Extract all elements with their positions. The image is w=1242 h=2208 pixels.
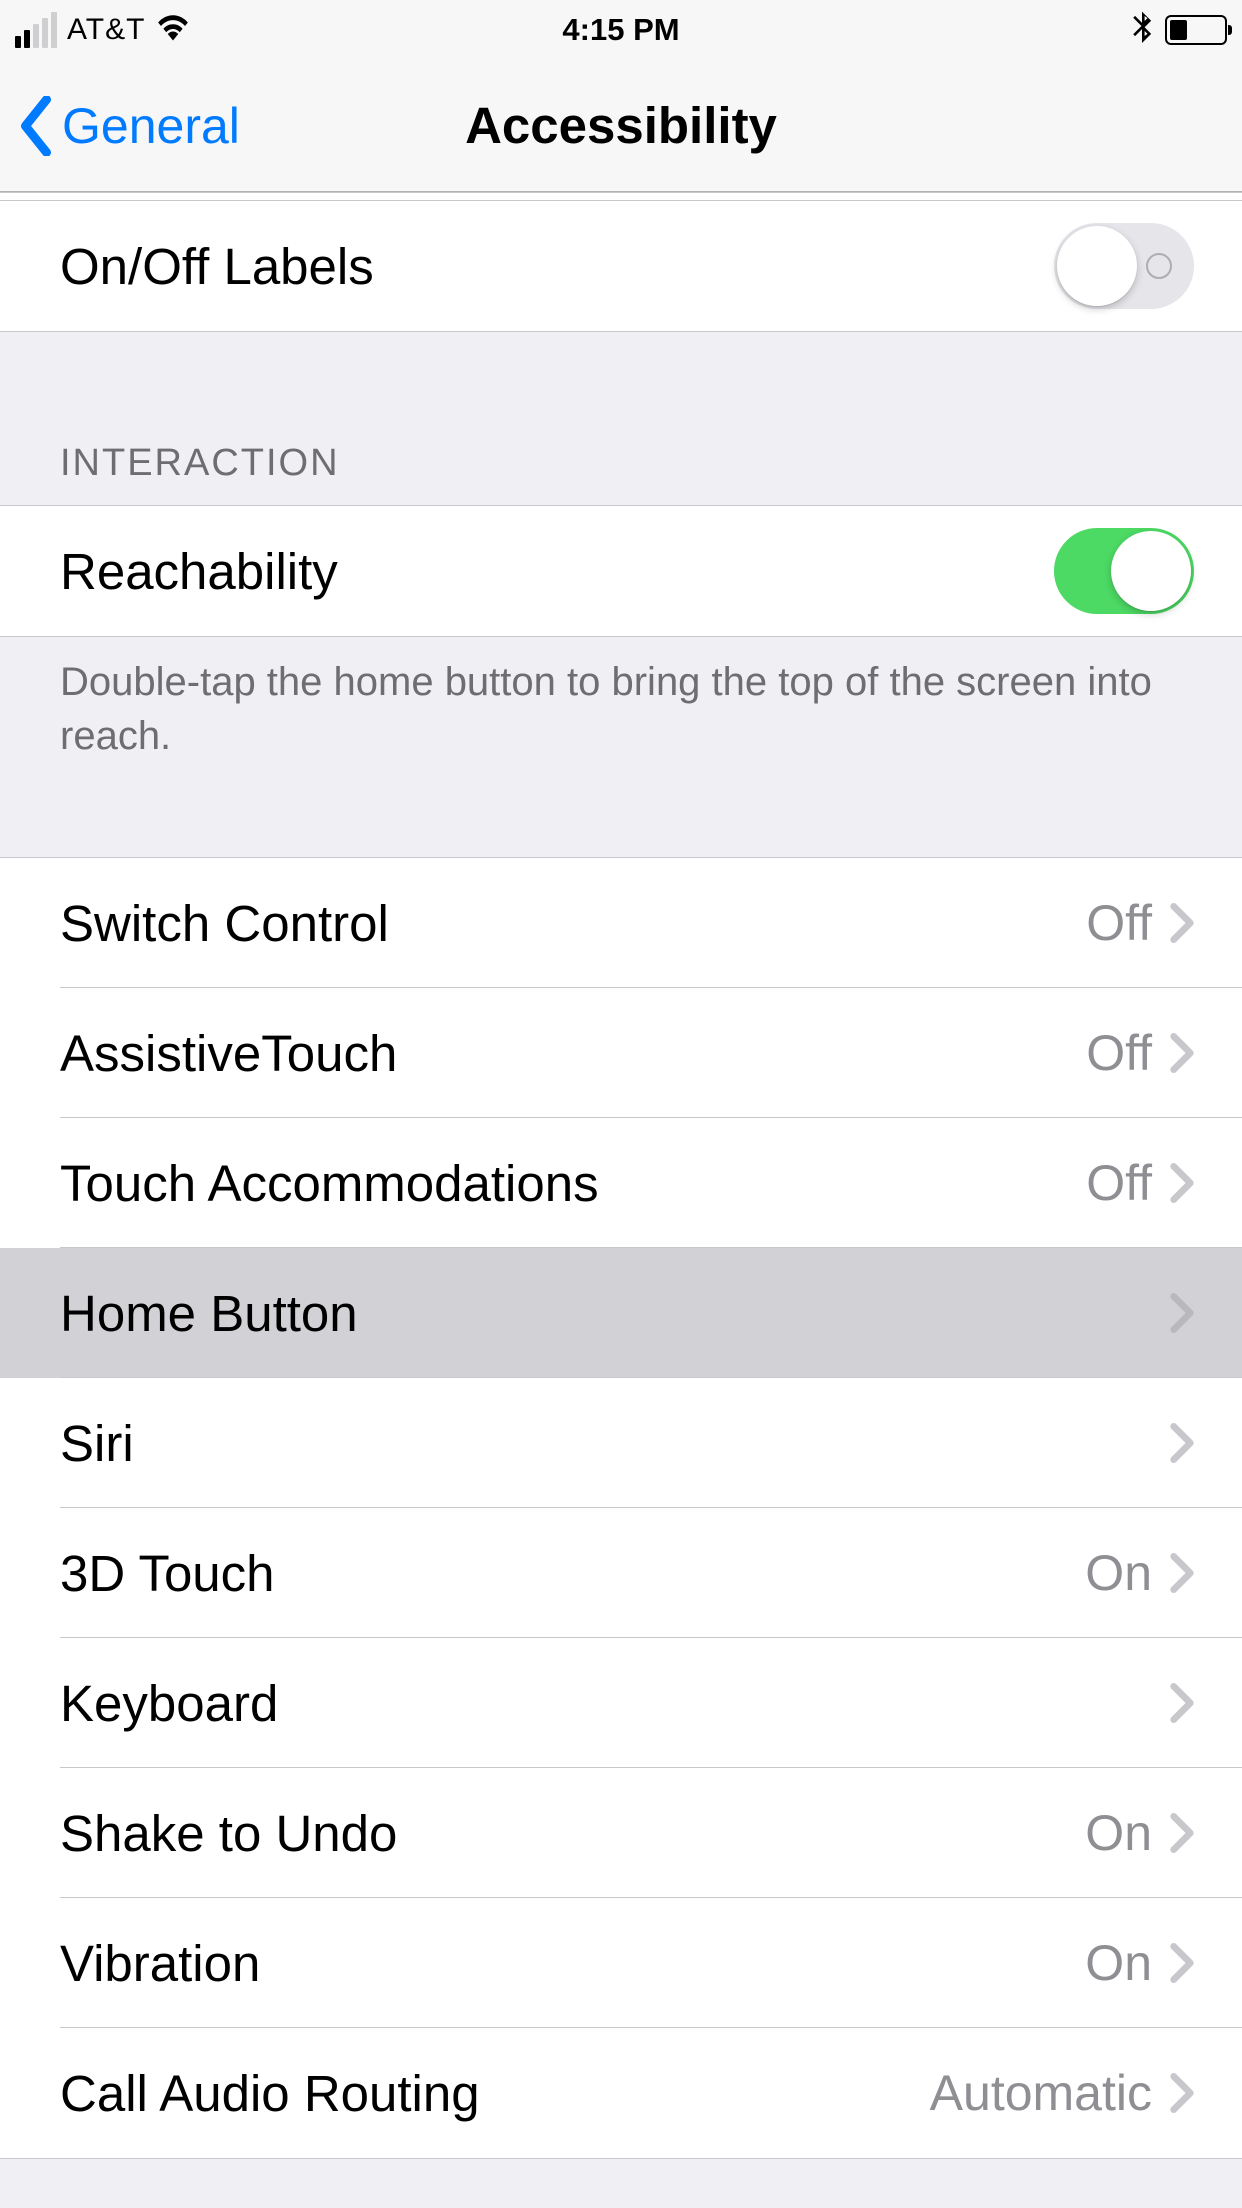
chevron-right-icon <box>1170 1293 1194 1333</box>
status-bar: AT&T 4:15 PM <box>0 0 1242 60</box>
wifi-icon <box>155 12 191 49</box>
battery-icon <box>1165 15 1227 45</box>
cell-label: Call Audio Routing <box>60 2064 930 2123</box>
cell-value: Automatic <box>930 2064 1152 2122</box>
back-label: General <box>62 97 240 155</box>
cell-value: Off <box>1086 894 1152 952</box>
chevron-right-icon <box>1170 1033 1194 1073</box>
cell-value: Off <box>1086 1024 1152 1082</box>
vibration-cell[interactable]: Vibration On <box>0 1898 1242 2028</box>
3d-touch-cell[interactable]: 3D Touch On <box>0 1508 1242 1638</box>
chevron-right-icon <box>1170 1813 1194 1853</box>
reachability-footer: Double-tap the home button to bring the … <box>0 637 1242 783</box>
onoff-labels-label: On/Off Labels <box>60 237 1054 296</box>
controls-group: Switch Control Off AssistiveTouch Off To… <box>0 857 1242 2159</box>
interaction-header: INTERACTION <box>0 332 1242 505</box>
cell-label: Switch Control <box>60 894 1086 953</box>
call-audio-routing-cell[interactable]: Call Audio Routing Automatic <box>0 2028 1242 2158</box>
chevron-right-icon <box>1170 1943 1194 1983</box>
bluetooth-icon <box>1131 9 1153 51</box>
cell-value: On <box>1085 1934 1152 1992</box>
status-left: AT&T <box>15 12 191 49</box>
chevron-right-icon <box>1170 2073 1194 2113</box>
status-right <box>1131 9 1227 51</box>
interaction-section: INTERACTION Reachability Double-tap the … <box>0 332 1242 783</box>
switch-off-indicator-icon <box>1146 253 1172 279</box>
cell-value: On <box>1085 1544 1152 1602</box>
cell-label: Touch Accommodations <box>60 1154 1086 1213</box>
reachability-label: Reachability <box>60 542 1054 601</box>
cell-label: Siri <box>60 1414 1152 1473</box>
cell-label: 3D Touch <box>60 1544 1085 1603</box>
keyboard-cell[interactable]: Keyboard <box>0 1638 1242 1768</box>
chevron-right-icon <box>1170 1163 1194 1203</box>
reachability-switch[interactable] <box>1054 528 1194 614</box>
chevron-right-icon <box>1170 1553 1194 1593</box>
chevron-right-icon <box>1170 903 1194 943</box>
cellular-signal-icon <box>15 12 57 48</box>
onoff-labels-cell[interactable]: On/Off Labels <box>0 201 1242 331</box>
shake-to-undo-cell[interactable]: Shake to Undo On <box>0 1768 1242 1898</box>
carrier-label: AT&T <box>67 13 145 47</box>
cell-label: AssistiveTouch <box>60 1024 1086 1083</box>
cell-value: On <box>1085 1804 1152 1862</box>
touch-accommodations-cell[interactable]: Touch Accommodations Off <box>0 1118 1242 1248</box>
home-button-cell[interactable]: Home Button <box>0 1248 1242 1378</box>
cell-value: Off <box>1086 1154 1152 1212</box>
page-title: Accessibility <box>465 96 777 155</box>
navigation-bar: General Accessibility <box>0 60 1242 192</box>
cell-label: Shake to Undo <box>60 1804 1085 1863</box>
cell-label: Keyboard <box>60 1674 1152 1733</box>
back-button[interactable]: General <box>0 96 240 156</box>
chevron-right-icon <box>1170 1683 1194 1723</box>
siri-cell[interactable]: Siri <box>0 1378 1242 1508</box>
chevron-left-icon <box>18 96 54 156</box>
status-time: 4:15 PM <box>562 12 679 48</box>
assistivetouch-cell[interactable]: AssistiveTouch Off <box>0 988 1242 1118</box>
switch-control-cell[interactable]: Switch Control Off <box>0 858 1242 988</box>
partial-top <box>0 192 1242 200</box>
onoff-labels-switch[interactable] <box>1054 223 1194 309</box>
reachability-cell[interactable]: Reachability <box>0 506 1242 636</box>
chevron-right-icon <box>1170 1423 1194 1463</box>
cell-label: Home Button <box>60 1284 1152 1343</box>
cell-label: Vibration <box>60 1934 1085 1993</box>
onoff-labels-group: On/Off Labels <box>0 200 1242 332</box>
